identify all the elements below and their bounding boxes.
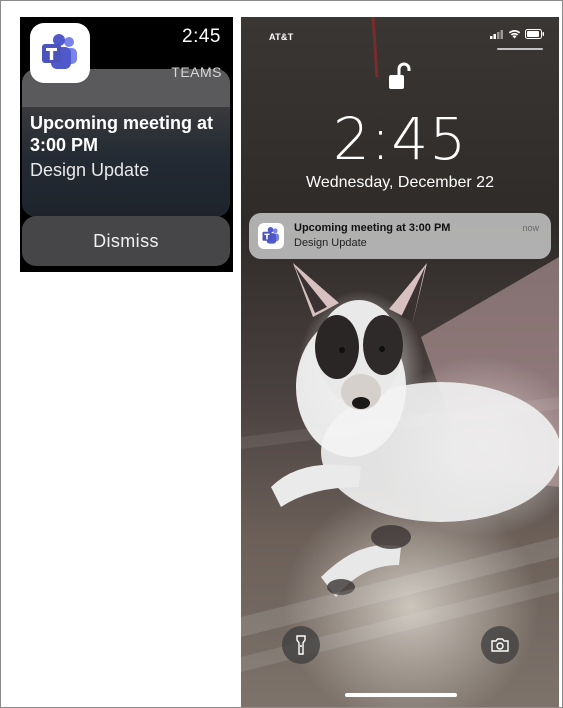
unlocked-padlock-icon (389, 62, 411, 97)
phone-lock-screen: AT&T 2:45 Wednesday, December 22 Upcomin… (241, 17, 559, 707)
watch-notification-title: Upcoming meeting at 3:00 PM (30, 113, 214, 155)
teams-icon (258, 223, 284, 249)
lock-screen-date: Wednesday, December 22 (306, 174, 494, 191)
signal-icon (490, 29, 503, 39)
phone-notification-title: Upcoming meeting at 3:00 PM (294, 222, 451, 234)
watch-time: 2:45 (182, 26, 221, 47)
flashlight-button[interactable] (282, 626, 320, 664)
camera-button[interactable] (481, 626, 519, 664)
watch-screen: 2:45 TEAMS Upcoming meeting at 3:00 PM D… (20, 17, 233, 272)
watch-app-name: TEAMS (171, 64, 222, 80)
teams-icon (30, 23, 90, 83)
phone-notification-time: now (522, 223, 539, 233)
wifi-icon (508, 29, 521, 39)
carrier-label: AT&T (269, 32, 294, 42)
watch-notification-subtitle: Design Update (30, 160, 150, 180)
phone-notification[interactable]: Upcoming meeting at 3:00 PM Design Updat… (249, 213, 551, 259)
control-center-indicator[interactable] (497, 48, 543, 50)
lock-screen-time: 2:45 (332, 105, 468, 173)
flashlight-icon (296, 635, 306, 655)
dismiss-button[interactable]: Dismiss (22, 216, 230, 266)
screenshot-frame: 2:45 TEAMS Upcoming meeting at 3:00 PM D… (0, 0, 563, 708)
battery-icon (525, 29, 544, 39)
phone-notification-subtitle: Design Update (294, 237, 367, 249)
home-indicator[interactable] (345, 693, 457, 697)
status-icons (490, 29, 545, 39)
camera-icon (491, 638, 509, 652)
